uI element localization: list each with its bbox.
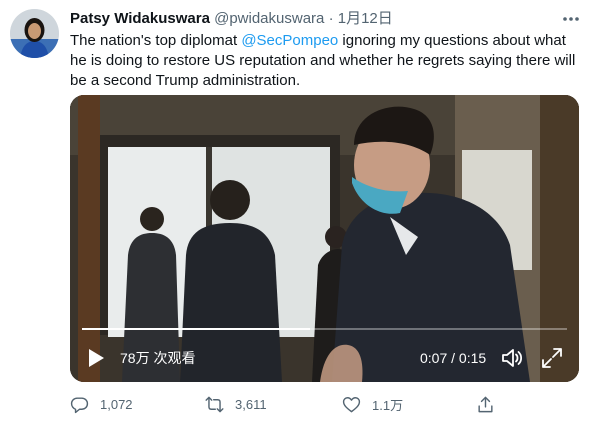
fullscreen-icon[interactable]	[540, 346, 564, 370]
retweet-button[interactable]: 3,611	[205, 392, 267, 416]
author-handle[interactable]: @pwidakuswara	[214, 10, 324, 27]
share-icon	[478, 396, 493, 412]
timestamp[interactable]: 1月12日	[338, 10, 393, 27]
reply-icon	[70, 396, 89, 413]
retweet-count: 3,611	[235, 396, 267, 412]
play-icon[interactable]	[84, 347, 106, 369]
header-separator: ·	[328, 10, 334, 27]
like-button[interactable]: 1.1万	[342, 392, 403, 416]
video-player[interactable]: 78万 次观看 0:07 / 0:15	[70, 95, 579, 382]
like-count: 1.1万	[372, 397, 404, 413]
tweet[interactable]: Patsy Widakuswara @pwidakuswara · 1月12日 …	[0, 0, 593, 422]
video-frame	[70, 95, 579, 382]
reply-count: 1,072	[100, 396, 133, 412]
share-button[interactable]	[476, 392, 506, 416]
mention-link[interactable]: @SecPompeo	[241, 32, 338, 49]
retweet-icon	[205, 396, 224, 412]
video-controls: 78万 次观看 0:07 / 0:15	[70, 343, 579, 373]
reply-button[interactable]: 1,072	[70, 392, 133, 416]
heart-icon	[342, 396, 361, 412]
video-progress-fill	[82, 328, 310, 330]
author-name[interactable]: Patsy Widakuswara	[70, 10, 210, 27]
avatar-image	[10, 9, 59, 58]
more-icon[interactable]	[559, 9, 583, 29]
video-progress-bar[interactable]	[82, 328, 567, 330]
tweet-text: The nation's top diplomat @SecPompeo ign…	[70, 31, 585, 91]
video-time: 0:07 / 0:15	[420, 350, 487, 366]
volume-icon[interactable]	[500, 346, 524, 370]
avatar[interactable]	[10, 9, 59, 58]
view-count: 78万 次观看	[120, 350, 196, 366]
tweet-text-part: The nation's top diplomat	[70, 32, 242, 49]
tweet-actions: 1,072 3,611 1.1万	[70, 392, 585, 416]
tweet-header: Patsy Widakuswara @pwidakuswara · 1月12日	[70, 9, 583, 29]
